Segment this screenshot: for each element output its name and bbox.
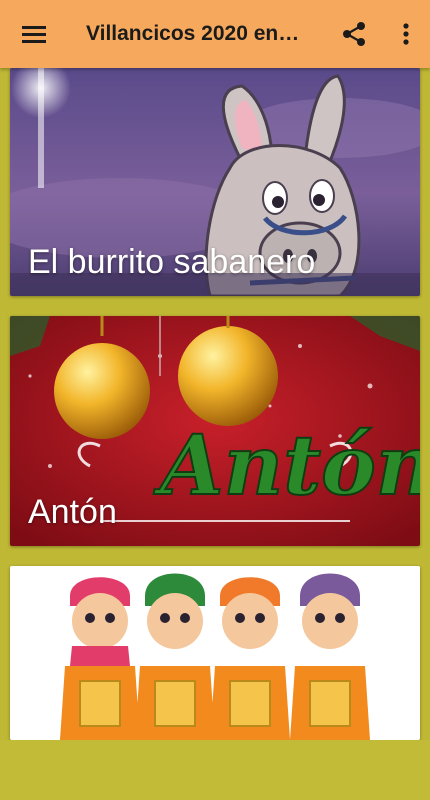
caroling-children-illustration — [10, 566, 420, 740]
app-bar: Villancicos 2020 en… — [0, 0, 430, 68]
song-card-caroling-children[interactable] — [10, 566, 420, 740]
anton-logo-text: Antón — [153, 418, 420, 514]
song-card-anton[interactable]: Antón Antón — [10, 316, 420, 546]
song-card-burrito-sabanero[interactable]: El burrito sabanero — [10, 68, 420, 296]
song-title: Antón — [28, 493, 117, 531]
more-vert-icon[interactable] — [390, 18, 422, 50]
app-title: Villancicos 2020 en… — [86, 22, 300, 45]
hamburger-menu-icon[interactable] — [18, 18, 50, 50]
song-title: El burrito sabanero — [28, 243, 316, 281]
share-icon[interactable] — [338, 18, 370, 50]
bottom-banner-area — [0, 740, 430, 800]
